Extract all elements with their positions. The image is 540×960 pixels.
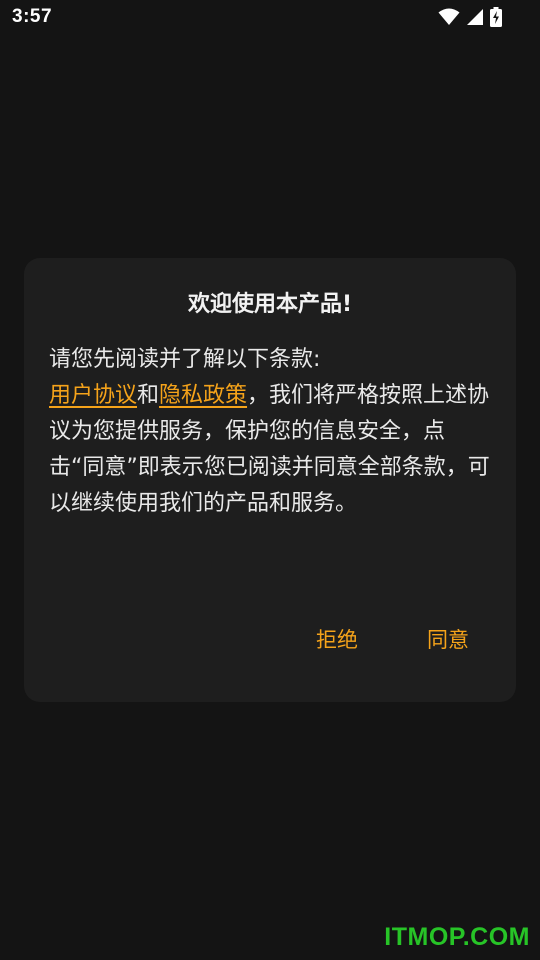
status-time: 3:57	[12, 6, 53, 27]
user-agreement-link[interactable]: 用户协议	[49, 383, 137, 408]
watermark-logo: ITMOP.COM	[384, 923, 530, 951]
battery-charging-icon	[490, 7, 502, 27]
privacy-policy-link[interactable]: 隐私政策	[159, 383, 247, 408]
dialog-body: 请您先阅读并了解以下条款: 用户协议和隐私政策，我们将严格按照上述协议为您提供服…	[49, 342, 495, 522]
status-icons	[438, 7, 502, 27]
dialog-title: 欢迎使用本产品!	[187, 292, 353, 317]
reject-button[interactable]: 拒绝	[316, 624, 358, 654]
conjunction-text: 和	[137, 383, 160, 408]
consent-dialog: 欢迎使用本产品! 请您先阅读并了解以下条款: 用户协议和隐私政策，我们将严格按照…	[24, 258, 516, 702]
signal-icon	[467, 9, 483, 25]
agree-button[interactable]: 同意	[427, 624, 469, 654]
wifi-icon	[438, 8, 460, 25]
status-bar: 3:57	[0, 0, 540, 36]
dialog-intro: 请您先阅读并了解以下条款:	[49, 347, 321, 372]
